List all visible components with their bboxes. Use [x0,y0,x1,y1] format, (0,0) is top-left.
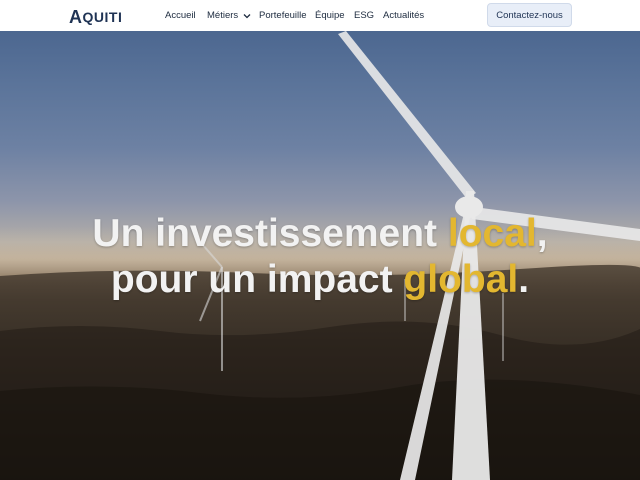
nav-label: Portefeuille [259,10,307,21]
highlight-global: global [403,258,519,301]
hero-headline-line-1: Un investissement local, [92,212,548,255]
hero-headline: Un investissement local, pour un impact … [0,211,640,303]
nav-label: ESG [354,10,375,21]
nav-item-actualites[interactable]: Actualités [383,0,424,31]
nav-item-equipe[interactable]: Équipe [315,0,345,31]
nav-item-accueil[interactable]: Accueil [165,0,196,31]
nav-label: Actualités [383,10,425,21]
nav-label: Accueil [165,10,196,21]
chevron-down-icon [243,13,251,18]
contact-button[interactable]: Contactez-nous [487,3,572,27]
highlight-local: local [447,212,537,255]
nav-label: Métiers [207,10,239,21]
nav-item-esg[interactable]: ESG [354,0,374,31]
nav-item-metiers[interactable]: Métiers [207,0,251,31]
nav-label: Équipe [315,10,345,21]
nav-item-portefeuille[interactable]: Portefeuille [259,0,307,31]
hero-headline-line-2: pour un impact global. [110,258,530,301]
hero-section: Un investissement local, pour un impact … [0,31,640,480]
top-navbar: A QUITI Accueil Métiers Portefeuille Équi… [0,0,640,31]
aquiti-logo[interactable]: A QUITI [69,6,122,26]
